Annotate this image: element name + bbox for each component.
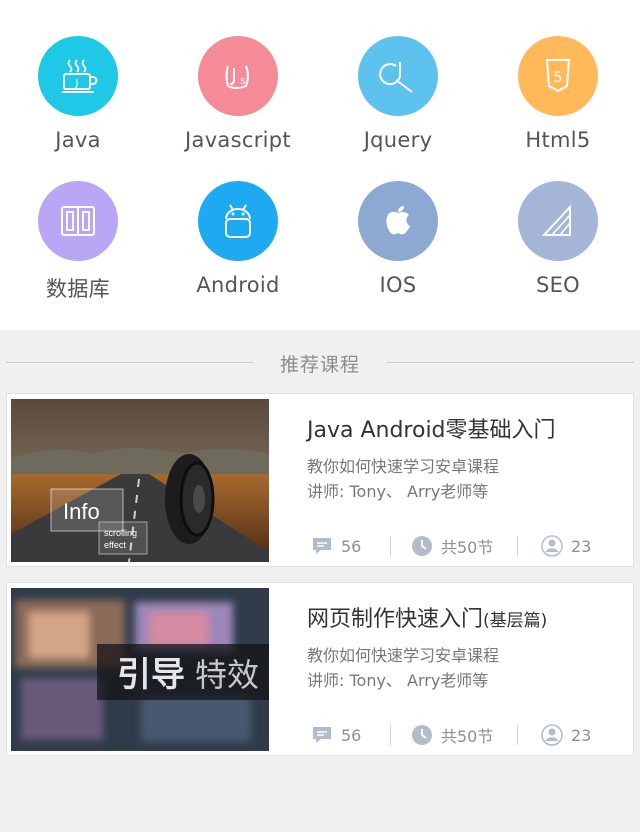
user-icon bbox=[541, 724, 563, 746]
user-icon bbox=[541, 535, 563, 557]
course-teacher: 讲师: Tony、 Arry老师等 bbox=[307, 671, 489, 690]
comments-stat: 56 bbox=[311, 723, 361, 747]
thumb-subtext: effect bbox=[104, 540, 126, 550]
students-stat: 23 bbox=[541, 723, 591, 747]
lessons-count: 共50节 bbox=[441, 538, 494, 557]
course-description: 教你如何快速学习安卓课程 讲师: Tony、 Arry老师等 bbox=[307, 643, 499, 693]
category-javascript[interactable]: s Javascript bbox=[168, 36, 308, 152]
course-stats: 56 共50节 23 bbox=[307, 534, 617, 558]
android-icon bbox=[198, 181, 278, 261]
category-label: Java bbox=[55, 128, 101, 152]
stat-divider bbox=[390, 536, 391, 556]
jquery-icon bbox=[358, 36, 438, 116]
course-thumbnail[interactable]: 引导 特效 bbox=[11, 588, 269, 751]
comments-count: 56 bbox=[341, 725, 362, 745]
stat-divider bbox=[390, 725, 391, 745]
category-panel: J Java s Javascript Jquery 5 Html5 数据库 A… bbox=[0, 0, 640, 330]
comment-icon bbox=[311, 536, 333, 556]
svg-text:J: J bbox=[75, 78, 79, 89]
course-description: 教你如何快速学习安卓课程 讲师: Tony、 Arry老师等 bbox=[307, 454, 499, 504]
section-line-right bbox=[386, 362, 634, 363]
students-count: 23 bbox=[571, 725, 592, 745]
coffee-cup-icon: J bbox=[38, 36, 118, 116]
category-label: Javascript bbox=[185, 128, 291, 152]
students-stat: 23 bbox=[541, 534, 591, 558]
course-stats: 56 共50节 23 bbox=[307, 723, 617, 747]
category-label: IOS bbox=[379, 273, 417, 297]
course-thumbnail[interactable]: Info scrolling effect bbox=[11, 399, 269, 562]
lessons-stat: 共50节 bbox=[411, 723, 493, 747]
category-android[interactable]: Android bbox=[168, 181, 308, 297]
category-label: Jquery bbox=[363, 128, 433, 152]
category-label: Android bbox=[196, 273, 280, 297]
course-desc-line: 教你如何快速学习安卓课程 bbox=[307, 646, 500, 665]
html5-shield-icon: 5 bbox=[518, 36, 598, 116]
stat-divider bbox=[517, 536, 518, 556]
course-title[interactable]: 网页制作快速入门(基层篇) bbox=[307, 601, 547, 633]
course-card[interactable]: 引导 特效 网页制作快速入门(基层篇) 教你如何快速学习安卓课程 讲师: Ton… bbox=[6, 582, 634, 756]
js-icon: s bbox=[198, 36, 278, 116]
svg-text:5: 5 bbox=[554, 70, 563, 86]
database-icon bbox=[38, 181, 118, 261]
category-html5[interactable]: 5 Html5 bbox=[488, 36, 628, 152]
comments-count: 56 bbox=[341, 536, 362, 556]
lessons-count: 共50节 bbox=[441, 727, 494, 746]
thumb-subtext: scrolling bbox=[104, 528, 137, 538]
category-seo[interactable]: SEO bbox=[488, 181, 628, 297]
comments-stat: 56 bbox=[311, 534, 361, 558]
section-title: 推荐课程 bbox=[279, 354, 360, 376]
seo-chart-icon bbox=[518, 181, 598, 261]
course-title[interactable]: Java Android零基础入门 bbox=[307, 412, 556, 444]
thumb-text: 特效 bbox=[195, 656, 259, 694]
category-ios[interactable]: IOS bbox=[328, 181, 468, 297]
comment-icon bbox=[311, 725, 333, 745]
thumb-text: 引导 bbox=[117, 655, 185, 695]
category-label: SEO bbox=[535, 273, 581, 297]
svg-text:s: s bbox=[240, 74, 246, 87]
course-desc-line: 教你如何快速学习安卓课程 bbox=[307, 457, 500, 476]
course-teacher: 讲师: Tony、 Arry老师等 bbox=[307, 482, 489, 501]
zigzag-divider bbox=[0, 326, 640, 334]
category-jquery[interactable]: Jquery bbox=[328, 36, 468, 152]
category-label: Html5 bbox=[525, 128, 591, 152]
course-card[interactable]: Info scrolling effect Java Android零基础入门 … bbox=[6, 393, 634, 567]
section-header: 推荐课程 bbox=[0, 344, 640, 380]
category-java[interactable]: J Java bbox=[8, 36, 148, 152]
category-database[interactable]: 数据库 bbox=[8, 181, 148, 303]
students-count: 23 bbox=[571, 536, 592, 556]
apple-icon bbox=[358, 181, 438, 261]
category-label: 数据库 bbox=[46, 277, 110, 301]
clock-icon bbox=[411, 724, 433, 746]
stat-divider bbox=[517, 725, 518, 745]
thumb-text: Info bbox=[63, 499, 100, 524]
lessons-stat: 共50节 bbox=[411, 534, 493, 558]
clock-icon bbox=[411, 535, 433, 557]
